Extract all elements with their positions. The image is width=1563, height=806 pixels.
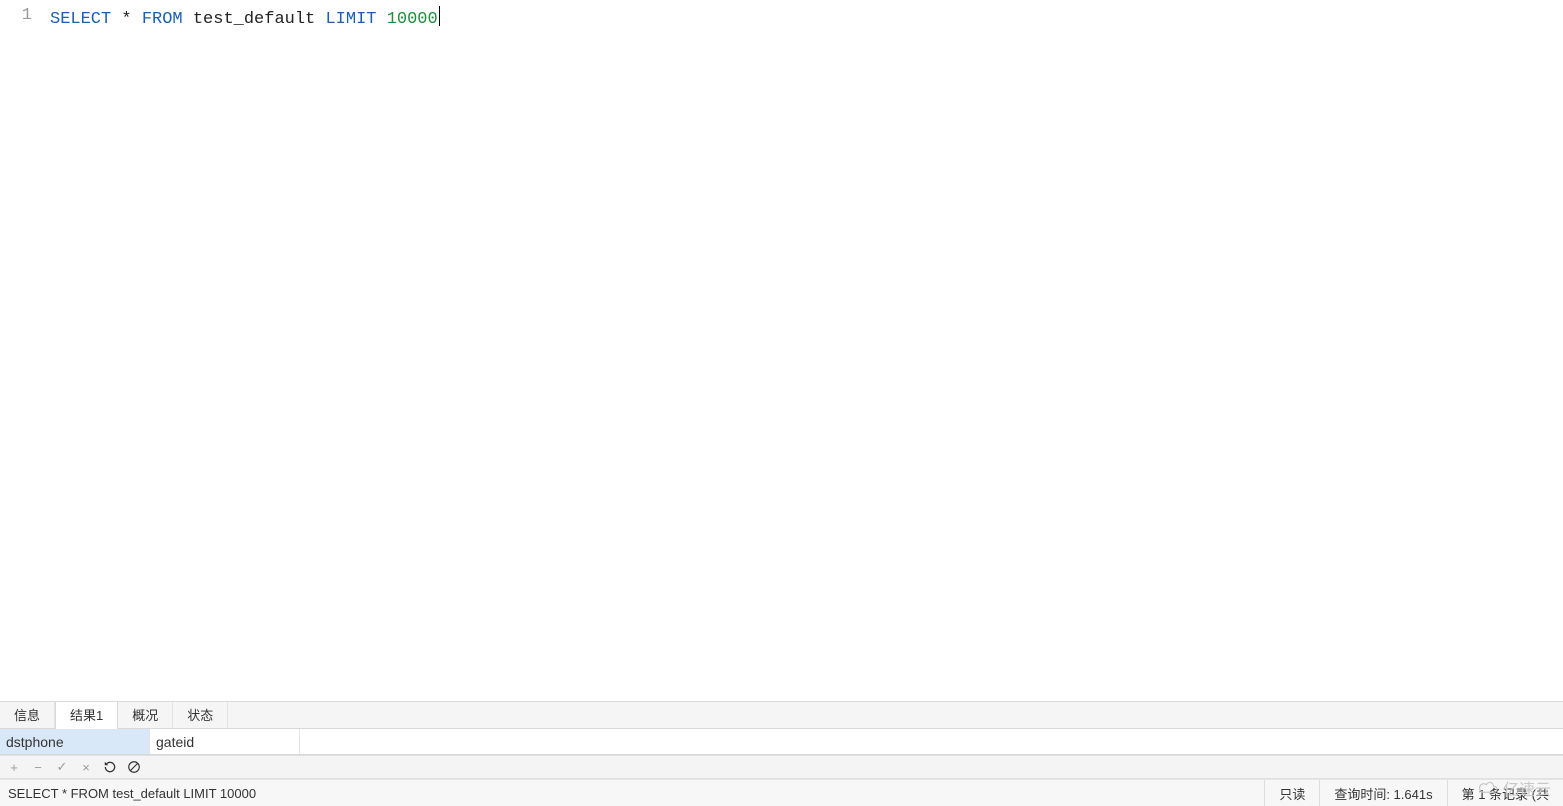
tab-result1[interactable]: 结果1 — [55, 702, 118, 729]
result-grid[interactable]: dstphone gateid — [0, 729, 1563, 755]
tab-label: 信息 — [14, 708, 40, 723]
column-gateid[interactable]: gateid — [150, 729, 300, 754]
sql-code[interactable]: SELECT * FROM test_default LIMIT 10000 — [50, 0, 1563, 701]
cancel-button[interactable]: × — [78, 759, 94, 775]
editor-gutter: 1 — [0, 0, 44, 701]
token-space — [376, 10, 386, 29]
refresh-button[interactable] — [102, 759, 118, 775]
tab-label: 状态 — [187, 708, 213, 723]
refresh-icon — [103, 760, 117, 774]
text-cursor — [439, 6, 440, 26]
column-label: dstphone — [6, 734, 64, 750]
result-tabs: 信息 结果1 概况 状态 — [0, 701, 1563, 729]
kw-select: SELECT — [50, 10, 111, 29]
status-time: 查询时间: 1.641s — [1319, 780, 1446, 806]
kw-limit: LIMIT — [325, 10, 376, 29]
tab-info[interactable]: 信息 — [0, 702, 55, 728]
remove-row-button[interactable]: − — [30, 759, 46, 775]
token-table: test_default — [183, 10, 326, 29]
status-record: 第 1 条记录 (共 — [1447, 780, 1563, 806]
grid-toolbar: + − ✓ × — [0, 755, 1563, 779]
stop-button[interactable] — [126, 759, 142, 775]
tab-status[interactable]: 状态 — [173, 702, 228, 728]
tab-label: 概况 — [132, 708, 158, 723]
token-star: * — [111, 10, 142, 29]
status-readonly: 只读 — [1264, 780, 1319, 806]
line-number: 1 — [22, 6, 32, 25]
token-number: 10000 — [387, 10, 438, 29]
tab-label: 结果1 — [70, 708, 103, 723]
status-query: SELECT * FROM test_default LIMIT 10000 — [0, 786, 1264, 801]
add-row-button[interactable]: + — [6, 759, 22, 775]
kw-from: FROM — [142, 10, 183, 29]
sql-editor[interactable]: 1 SELECT * FROM test_default LIMIT 10000 — [0, 0, 1563, 701]
column-label: gateid — [156, 734, 194, 750]
commit-button[interactable]: ✓ — [54, 759, 70, 775]
column-dstphone[interactable]: dstphone — [0, 729, 150, 754]
stop-icon — [127, 760, 141, 774]
status-bar: SELECT * FROM test_default LIMIT 10000 只… — [0, 779, 1563, 806]
tab-profile[interactable]: 概况 — [118, 702, 173, 728]
